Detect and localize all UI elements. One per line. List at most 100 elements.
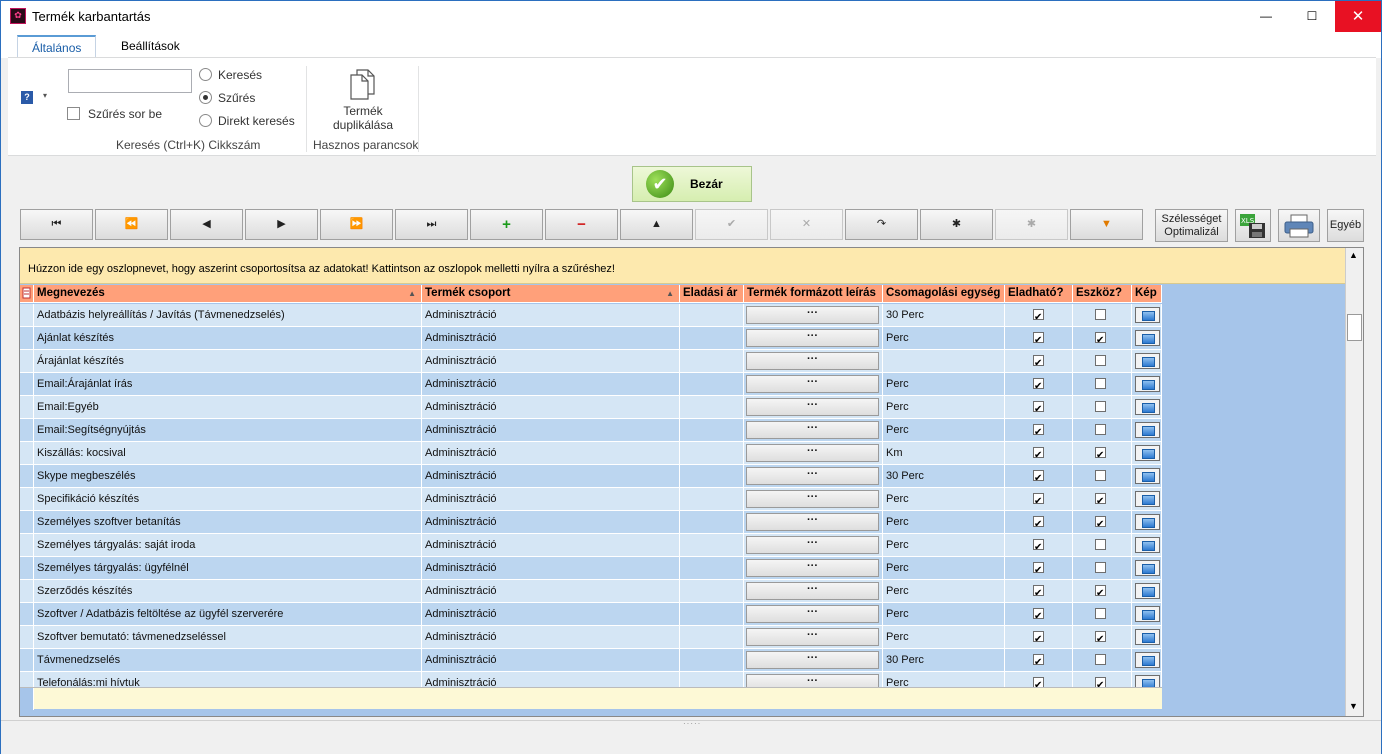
scroll-up-icon[interactable]: ▲ <box>1349 250 1358 260</box>
tool-checkbox[interactable] <box>1095 539 1106 550</box>
cell-sellable[interactable] <box>1005 557 1073 580</box>
cell-image[interactable] <box>1132 465 1162 488</box>
cell-unit[interactable]: Perc <box>883 373 1005 396</box>
sellable-checkbox[interactable] <box>1033 353 1044 372</box>
header-sellable[interactable]: Eladható? <box>1005 285 1073 303</box>
cell-sellable[interactable] <box>1005 649 1073 672</box>
edit-description-button[interactable]: ··· <box>746 375 879 393</box>
scroll-down-icon[interactable]: ▼ <box>1349 701 1358 711</box>
cell-name[interactable]: Személyes szoftver betanítás <box>34 511 422 534</box>
tool-checkbox[interactable] <box>1095 608 1106 619</box>
table-row[interactable]: Szoftver / Adatbázis feltöltése az ügyfé… <box>20 603 1162 626</box>
deselect-button[interactable]: ✱ <box>995 209 1068 240</box>
cell-name[interactable]: Email:Segítségnyújtás <box>34 419 422 442</box>
vertical-scrollbar[interactable]: ▲ ▼ <box>1345 248 1363 716</box>
cell-tool[interactable] <box>1073 557 1132 580</box>
cell-sellable[interactable] <box>1005 327 1073 350</box>
tool-checkbox[interactable] <box>1095 629 1106 648</box>
cell-description[interactable]: ··· <box>744 465 883 488</box>
image-icon[interactable] <box>1135 606 1160 622</box>
image-icon[interactable] <box>1135 353 1160 369</box>
header-price[interactable]: Eladási ár <box>680 285 744 303</box>
table-row[interactable]: Árajánlat készítés Adminisztráció ··· <box>20 350 1162 373</box>
cell-tool[interactable] <box>1073 373 1132 396</box>
image-icon[interactable] <box>1135 468 1160 484</box>
help-icon[interactable]: ? <box>21 91 33 104</box>
table-row[interactable]: Szerződés készítés Adminisztráció ··· Perc <box>20 580 1162 603</box>
image-icon[interactable] <box>1135 422 1160 438</box>
cell-tool[interactable] <box>1073 580 1132 603</box>
cell-unit[interactable]: Perc <box>883 419 1005 442</box>
next-page-button[interactable]: ⏩ <box>320 209 393 240</box>
cell-name[interactable]: Árajánlat készítés <box>34 350 422 373</box>
sellable-checkbox[interactable] <box>1033 583 1044 602</box>
tool-checkbox[interactable] <box>1095 445 1106 464</box>
cell-tool[interactable] <box>1073 304 1132 327</box>
cell-tool[interactable] <box>1073 327 1132 350</box>
print-button[interactable] <box>1278 209 1320 242</box>
image-icon[interactable] <box>1135 399 1160 415</box>
chevron-down-icon[interactable]: ▾ <box>43 91 47 100</box>
cell-description[interactable]: ··· <box>744 488 883 511</box>
sellable-checkbox[interactable] <box>1033 445 1044 464</box>
cell-description[interactable]: ··· <box>744 649 883 672</box>
image-icon[interactable] <box>1135 560 1160 576</box>
table-row[interactable]: Email:Árajánlat írás Adminisztráció ··· Per… <box>20 373 1162 396</box>
cell-group[interactable]: Adminisztráció <box>422 488 680 511</box>
tool-checkbox[interactable] <box>1095 562 1106 573</box>
minimize-button[interactable]: — <box>1243 1 1289 32</box>
column-chooser-icon[interactable] <box>20 285 34 303</box>
edit-description-button[interactable]: ··· <box>746 306 879 324</box>
cell-price[interactable] <box>680 373 744 396</box>
cell-sellable[interactable] <box>1005 465 1073 488</box>
cell-group[interactable]: Adminisztráció <box>422 626 680 649</box>
cell-unit[interactable]: 30 Perc <box>883 465 1005 488</box>
header-image[interactable]: Kép <box>1132 285 1162 303</box>
cell-description[interactable]: ··· <box>744 396 883 419</box>
cell-price[interactable] <box>680 396 744 419</box>
cell-name[interactable]: Skype megbeszélés <box>34 465 422 488</box>
cell-description[interactable]: ··· <box>744 626 883 649</box>
cell-image[interactable] <box>1132 603 1162 626</box>
tool-checkbox[interactable] <box>1095 654 1106 665</box>
cell-price[interactable] <box>680 534 744 557</box>
cell-price[interactable] <box>680 488 744 511</box>
sellable-checkbox[interactable] <box>1033 537 1044 556</box>
cell-image[interactable] <box>1132 327 1162 350</box>
edit-description-button[interactable]: ··· <box>746 628 879 646</box>
next-record-button[interactable]: ▶ <box>245 209 318 240</box>
sellable-checkbox[interactable] <box>1033 491 1044 510</box>
edit-description-button[interactable]: ··· <box>746 421 879 439</box>
table-row[interactable]: Kiszállás: kocsival Adminisztráció ··· Km <box>20 442 1162 465</box>
cell-description[interactable]: ··· <box>744 442 883 465</box>
cell-group[interactable]: Adminisztráció <box>422 603 680 626</box>
cell-description[interactable]: ··· <box>744 603 883 626</box>
table-row[interactable]: Adatbázis helyreállítás / Javítás (Távme… <box>20 304 1162 327</box>
cell-image[interactable] <box>1132 557 1162 580</box>
cell-price[interactable] <box>680 603 744 626</box>
header-unit[interactable]: Csomagolási egység <box>883 285 1005 303</box>
image-icon[interactable] <box>1135 537 1160 553</box>
image-icon[interactable] <box>1135 514 1160 530</box>
cell-price[interactable] <box>680 465 744 488</box>
table-row[interactable]: Email:Egyéb Adminisztráció ··· Perc <box>20 396 1162 419</box>
tool-checkbox[interactable] <box>1095 470 1106 481</box>
cell-tool[interactable] <box>1073 511 1132 534</box>
tool-checkbox[interactable] <box>1095 424 1106 435</box>
cell-group[interactable]: Adminisztráció <box>422 465 680 488</box>
cell-price[interactable] <box>680 580 744 603</box>
cell-group[interactable]: Adminisztráció <box>422 442 680 465</box>
edit-description-button[interactable]: ··· <box>746 582 879 600</box>
duplicate-product-button[interactable]: Termék duplikálása <box>318 104 408 132</box>
sellable-checkbox[interactable] <box>1033 307 1044 326</box>
cell-sellable[interactable] <box>1005 488 1073 511</box>
new-row[interactable] <box>20 687 1162 710</box>
image-icon[interactable] <box>1135 629 1160 645</box>
cell-name[interactable]: Kiszállás: kocsival <box>34 442 422 465</box>
cell-name[interactable]: Ajánlat készítés <box>34 327 422 350</box>
cell-group[interactable]: Adminisztráció <box>422 396 680 419</box>
cell-tool[interactable] <box>1073 649 1132 672</box>
cell-group[interactable]: Adminisztráció <box>422 327 680 350</box>
cell-name[interactable]: Szoftver bemutató: távmenedzseléssel <box>34 626 422 649</box>
edit-description-button[interactable]: ··· <box>746 559 879 577</box>
